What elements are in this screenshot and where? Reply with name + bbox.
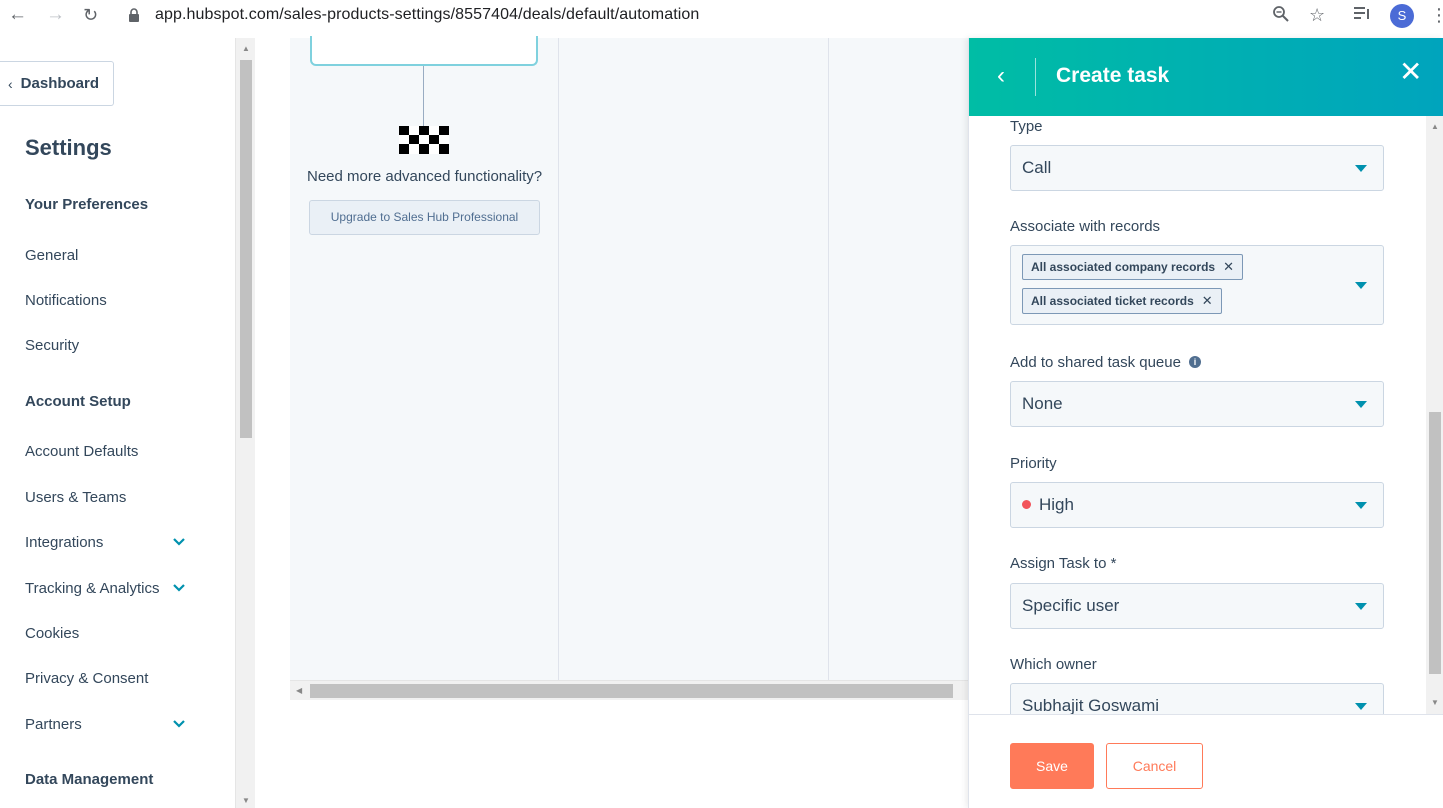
- workflow-action-card[interactable]: [310, 36, 538, 66]
- type-value: Call: [1022, 158, 1052, 177]
- canvas-scroll-thumb[interactable]: [310, 684, 953, 698]
- owner-select[interactable]: Subhajit Goswami: [1010, 683, 1384, 714]
- reload-icon[interactable]: ↻: [83, 5, 98, 25]
- sidebar-scroll-thumb[interactable]: [240, 60, 252, 438]
- remove-tag-icon[interactable]: ✕: [1223, 259, 1234, 274]
- record-tag: All associated ticket records ✕: [1022, 288, 1222, 314]
- scroll-down-icon[interactable]: ▼: [242, 796, 250, 805]
- column-divider: [828, 38, 829, 680]
- page-title: Settings: [25, 135, 112, 160]
- priority-value: High: [1039, 495, 1074, 514]
- dashboard-button-label: Dashboard: [20, 75, 100, 92]
- panel-header: ‹ Create task ✕: [969, 38, 1443, 116]
- panel-title: Create task: [1056, 64, 1170, 87]
- create-task-panel: ‹ Create task ✕ Type Call Associate with…: [968, 38, 1443, 808]
- priority-select[interactable]: High: [1010, 482, 1384, 528]
- lock-icon: [129, 8, 139, 22]
- dropdown-caret-icon: [1355, 703, 1367, 710]
- scroll-down-icon[interactable]: ▼: [1431, 698, 1439, 707]
- sidebar-item-cookies[interactable]: Cookies: [25, 625, 79, 642]
- panel-body: Type Call Associate with records All ass…: [969, 116, 1443, 714]
- save-button[interactable]: Save: [1010, 743, 1094, 789]
- associate-label: Associate with records: [1010, 218, 1161, 235]
- dropdown-caret-icon: [1355, 401, 1367, 408]
- priority-dot-icon: [1022, 500, 1031, 509]
- sidebar-item-notifications[interactable]: Notifications: [25, 292, 107, 309]
- workflow-connector: [423, 66, 424, 126]
- media-queue-icon[interactable]: [1353, 5, 1371, 26]
- scroll-up-icon[interactable]: ▲: [242, 44, 250, 53]
- upgrade-button[interactable]: Upgrade to Sales Hub Professional: [309, 200, 540, 235]
- sidebar-section-account-setup: Account Setup: [25, 393, 131, 410]
- chevron-down-icon[interactable]: [172, 719, 186, 729]
- record-tag-label: All associated company records: [1031, 260, 1216, 274]
- sidebar-item-users-teams[interactable]: Users & Teams: [25, 489, 126, 506]
- star-icon[interactable]: ☆: [1309, 5, 1325, 26]
- column-divider: [558, 38, 559, 680]
- cancel-button[interactable]: Cancel: [1106, 743, 1203, 789]
- sidebar-item-tracking-analytics[interactable]: Tracking & Analytics: [25, 580, 160, 597]
- sidebar-item-general[interactable]: General: [25, 247, 78, 264]
- sidebar-scrollbar[interactable]: ▲ ▼: [235, 38, 255, 808]
- sidebar-item-partners[interactable]: Partners: [25, 716, 82, 733]
- workflow-canvas: Need more advanced functionality? Upgrad…: [290, 36, 968, 680]
- owner-value: Subhajit Goswami: [1022, 696, 1160, 714]
- dropdown-caret-icon: [1355, 603, 1367, 610]
- sidebar-item-account-defaults[interactable]: Account Defaults: [25, 443, 138, 460]
- panel-scroll-thumb[interactable]: [1429, 412, 1441, 674]
- record-tag-label: All associated ticket records: [1031, 294, 1194, 308]
- address-bar[interactable]: app.hubspot.com/sales-products-settings/…: [155, 6, 699, 24]
- menu-icon[interactable]: ⋮: [1430, 5, 1443, 26]
- info-icon[interactable]: i: [1188, 356, 1201, 368]
- assign-task-label: Assign Task to *: [1010, 555, 1117, 572]
- dropdown-caret-icon: [1355, 165, 1367, 172]
- task-queue-label: Add to shared task queue i: [1010, 354, 1201, 371]
- sidebar-item-integrations[interactable]: Integrations: [25, 534, 103, 551]
- close-icon[interactable]: ✕: [1399, 58, 1422, 86]
- chevron-down-icon[interactable]: [172, 537, 186, 547]
- canvas-horizontal-scrollbar[interactable]: ◀: [290, 680, 968, 700]
- chevron-left-icon[interactable]: ‹: [997, 62, 1005, 90]
- settings-sidebar: ‹ Dashboard Settings Your Preferences Ge…: [0, 38, 235, 808]
- advanced-functionality-text: Need more advanced functionality?: [307, 168, 543, 185]
- dashboard-button[interactable]: ‹ Dashboard: [0, 61, 114, 106]
- scroll-up-icon[interactable]: ▲: [1431, 122, 1439, 131]
- finish-flag-icon: [399, 126, 449, 154]
- task-queue-value: None: [1022, 394, 1063, 413]
- scroll-left-icon[interactable]: ◀: [296, 686, 302, 695]
- back-arrow-icon[interactable]: ←: [8, 5, 27, 25]
- panel-scrollbar[interactable]: ▲ ▼: [1426, 116, 1443, 714]
- forward-arrow-icon[interactable]: →: [46, 5, 65, 25]
- zoom-icon[interactable]: [1272, 5, 1290, 28]
- remove-tag-icon[interactable]: ✕: [1202, 293, 1213, 308]
- type-select[interactable]: Call: [1010, 145, 1384, 191]
- sidebar-item-privacy-consent[interactable]: Privacy & Consent: [25, 670, 148, 687]
- panel-footer: Save Cancel: [969, 714, 1443, 808]
- chevron-down-icon[interactable]: [172, 583, 186, 593]
- sidebar-item-security[interactable]: Security: [25, 337, 79, 354]
- chevron-left-icon: ‹: [8, 75, 13, 92]
- task-queue-label-text: Add to shared task queue: [1010, 354, 1181, 371]
- owner-label: Which owner: [1010, 656, 1097, 673]
- record-tag: All associated company records ✕: [1022, 254, 1243, 280]
- sidebar-section-data-management: Data Management: [25, 771, 154, 788]
- dropdown-caret-icon: [1355, 282, 1367, 289]
- assign-task-select[interactable]: Specific user: [1010, 583, 1384, 629]
- type-label: Type: [1010, 118, 1043, 135]
- avatar[interactable]: S: [1390, 4, 1414, 28]
- header-divider: [1035, 58, 1036, 96]
- sidebar-section-your-preferences: Your Preferences: [25, 196, 149, 213]
- priority-label: Priority: [1010, 455, 1057, 472]
- browser-toolbar: ← → ↻ app.hubspot.com/sales-products-set…: [0, 0, 1443, 32]
- assign-task-value: Specific user: [1022, 596, 1120, 615]
- dropdown-caret-icon: [1355, 502, 1367, 509]
- task-queue-select[interactable]: None: [1010, 381, 1384, 427]
- associate-records-select[interactable]: All associated company records ✕ All asso…: [1010, 245, 1384, 325]
